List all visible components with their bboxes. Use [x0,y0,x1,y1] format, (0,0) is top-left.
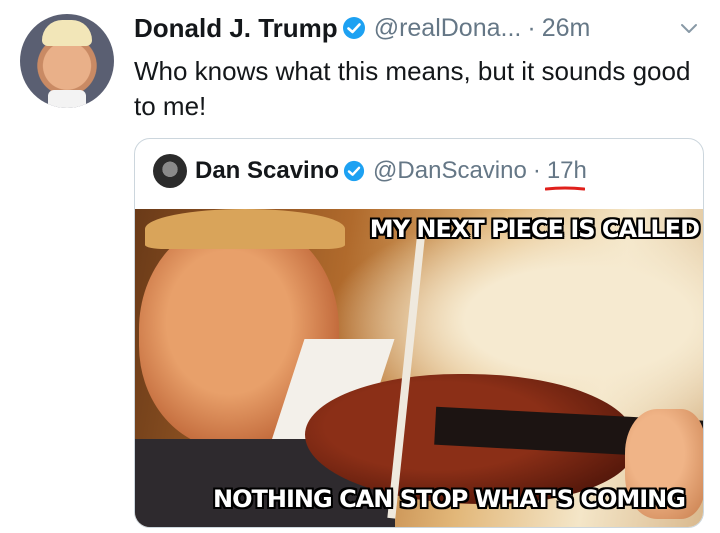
author-name[interactable]: Donald J. Trump [134,13,338,44]
quoted-tweet-time-text: 17h [546,157,587,184]
tweet-header: Donald J. Trump @realDona... · 26m [134,10,590,46]
quoted-tweet-header: Dan Scavino @DanScavino · 17h [153,151,587,191]
quoted-author-handle[interactable]: @DanScavino [373,157,527,185]
chevron-down-icon[interactable] [679,18,699,38]
avatar-hair [42,20,92,46]
verified-badge-icon [343,160,365,182]
quoted-header-separator: · [532,157,541,184]
quoted-tweet-time[interactable]: 17h [544,157,587,191]
meme-caption-top: MY NEXT PIECE IS CALLED [369,215,700,243]
verified-badge-icon [342,17,365,39]
quoted-author-name[interactable]: Dan Scavino [195,157,339,185]
author-avatar[interactable] [20,14,114,108]
tweet-text: Who knows what this means, but it sounds… [134,56,691,121]
meme-caption-bottom: NOTHING CAN STOP WHAT'S COMING [213,485,686,513]
tweet-time[interactable]: 26m [542,14,591,43]
avatar-shirt [48,90,86,108]
tweet[interactable]: Donald J. Trump @realDona... · 26m Who k… [0,0,720,533]
author-handle[interactable]: @realDona... [374,14,522,43]
header-separator: · [527,13,536,42]
red-underline-annotation [544,186,585,191]
quoted-author-avatar[interactable] [153,154,187,188]
quoted-tweet[interactable]: Dan Scavino @DanScavino · 17h MY NEXT PI… [134,138,704,528]
meme-image[interactable]: MY NEXT PIECE IS CALLED NOTHING CAN STOP… [135,209,703,527]
